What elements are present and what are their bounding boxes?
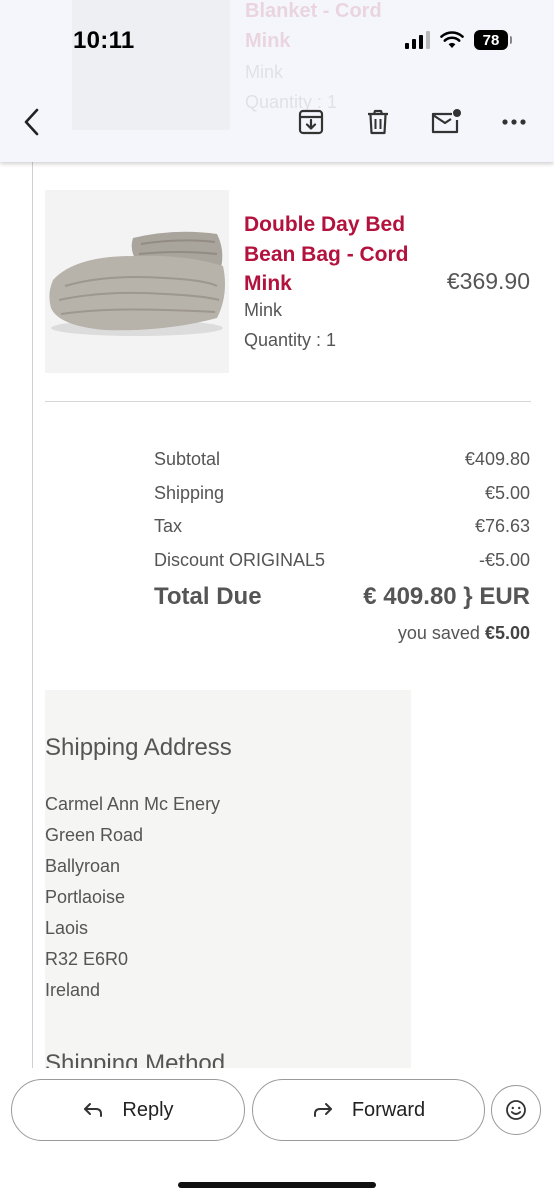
archive-icon <box>298 109 324 135</box>
shipping-address-box: Shipping Address Carmel Ann Mc Enery Gre… <box>45 690 411 1068</box>
battery-icon: 78 <box>474 30 512 50</box>
order-totals: Subtotal €409.80 Shipping €5.00 Tax €76.… <box>154 449 530 644</box>
tax-value: €76.63 <box>474 516 530 536</box>
forward-icon <box>313 1103 332 1117</box>
total-label: Total Due <box>154 583 262 610</box>
product-price: €369.90 <box>446 268 530 294</box>
section-divider <box>45 401 531 402</box>
archive-button[interactable] <box>293 104 329 140</box>
subtotal-value: €409.80 <box>464 449 530 469</box>
top-header: Blanket - Cord Mink Mink Quantity : 1 10… <box>0 0 554 162</box>
more-options-button[interactable] <box>496 104 532 140</box>
address-town: Portlaoise <box>45 887 126 907</box>
shipping-label: Shipping <box>154 482 225 503</box>
forward-label: Forward <box>351 1098 426 1121</box>
tax-label: Tax <box>154 516 183 536</box>
quote-divider-line <box>32 162 33 1068</box>
saved-amount: €5.00 <box>484 623 530 643</box>
reply-label: Reply <box>122 1098 174 1121</box>
tax-row: Tax €76.63 <box>154 516 530 550</box>
reply-icon <box>84 1103 103 1117</box>
product-quantity: Quantity : 1 <box>244 330 337 350</box>
smiley-icon <box>506 1100 526 1120</box>
total-value: € 409.80 } EUR <box>363 583 530 610</box>
email-body[interactable]: Double Day Bed Bean Bag - Cord Mink €369… <box>0 162 554 1068</box>
address-county: Laois <box>45 918 89 938</box>
address-street: Green Road <box>45 825 144 845</box>
subtotal-label: Subtotal <box>154 449 221 469</box>
ghost-product-title-2: Mink <box>245 30 291 52</box>
ghost-variant: Mink <box>245 62 284 82</box>
shipping-row: Shipping €5.00 <box>154 483 530 517</box>
shipping-address-lines: Carmel Ann Mc Enery Green Road Ballyroan… <box>45 794 220 1011</box>
address-country: Ireland <box>45 980 101 1000</box>
emoji-reaction-button[interactable] <box>491 1085 541 1135</box>
total-row: Total Due € 409.80 } EUR <box>154 583 530 623</box>
ghost-thumbnail <box>72 0 230 130</box>
back-button[interactable] <box>14 104 50 140</box>
saved-prefix: you saved <box>397 623 480 643</box>
subtotal-row: Subtotal €409.80 <box>154 449 530 483</box>
product-variant: Mink <box>244 300 283 320</box>
discount-label: Discount ORIGINAL5 <box>154 549 326 570</box>
product-image[interactable] <box>45 190 229 373</box>
status-icons: 78 <box>405 30 512 50</box>
mark-unread-button[interactable] <box>428 104 464 140</box>
shipping-method-heading: Shipping Method <box>45 1050 226 1068</box>
shipping-value: €5.00 <box>484 482 530 503</box>
delete-button[interactable] <box>360 104 396 140</box>
back-arrow-icon <box>24 108 39 136</box>
reply-button[interactable]: Reply <box>11 1079 245 1141</box>
mark-unread-icon <box>431 109 461 134</box>
address-eircode: R32 E6R0 <box>45 949 129 969</box>
bean-bag-image <box>45 190 229 373</box>
address-name: Carmel Ann Mc Enery <box>45 794 221 814</box>
bottom-action-bar: Reply Forward <box>0 1068 554 1200</box>
home-indicator[interactable] <box>178 1182 376 1188</box>
product-title[interactable]: Double Day Bed Bean Bag - Cord Mink <box>244 210 444 299</box>
discount-value: -€5.00 <box>478 549 530 570</box>
discount-row: Discount ORIGINAL5 -€5.00 <box>154 550 530 584</box>
address-locality: Ballyroan <box>45 856 121 876</box>
savings-note: you saved €5.00 <box>154 623 530 644</box>
cellular-signal-icon <box>405 31 430 49</box>
scrolled-content-ghost: Blanket - Cord Mink Mink Quantity : 1 <box>0 0 554 162</box>
wifi-icon <box>440 31 464 48</box>
more-icon <box>502 119 526 125</box>
shipping-address-heading: Shipping Address <box>45 734 232 761</box>
forward-button[interactable]: Forward <box>252 1079 485 1141</box>
status-time: 10:11 <box>73 27 135 54</box>
trash-icon <box>368 109 388 135</box>
ghost-product-title: Blanket - Cord <box>245 0 382 22</box>
